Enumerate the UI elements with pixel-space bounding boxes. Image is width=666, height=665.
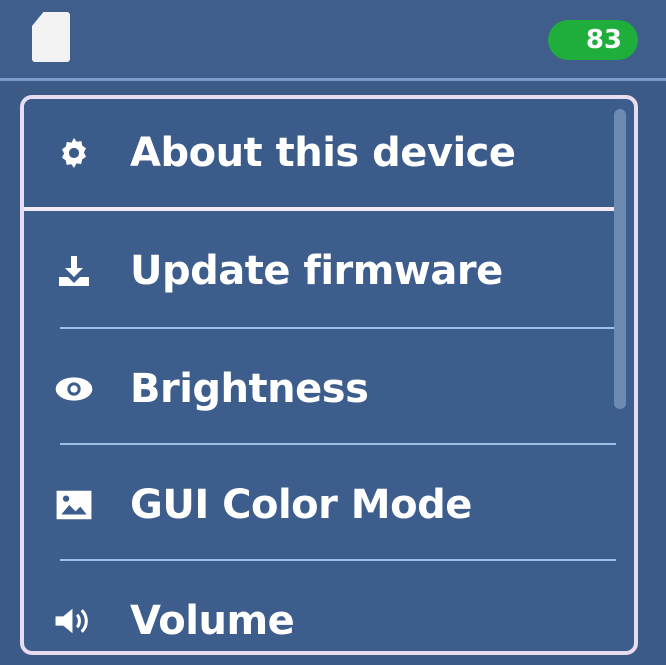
device-screen: 83 About this device Update firmware Bri…: [0, 0, 666, 665]
menu-item-label: Brightness: [130, 366, 369, 412]
image-icon: [54, 485, 94, 525]
menu-item-gui-color-mode[interactable]: GUI Color Mode: [24, 449, 614, 561]
menu-item-label: Update firmware: [130, 248, 503, 294]
menu-item-label: About this device: [130, 130, 516, 176]
menu-divider: [60, 559, 616, 561]
menu-item-update-firmware[interactable]: Update firmware: [24, 215, 614, 327]
menu-item-about-device[interactable]: About this device: [24, 99, 618, 211]
eye-icon: [54, 369, 94, 409]
download-icon: [54, 251, 94, 291]
speaker-icon: [54, 601, 94, 641]
menu-item-label: GUI Color Mode: [130, 482, 472, 528]
menu-divider: [60, 327, 616, 329]
menu-item-label: Volume: [130, 598, 295, 644]
menu-item-volume[interactable]: Volume: [24, 565, 614, 651]
scrollbar[interactable]: [614, 109, 626, 409]
status-bar: 83: [0, 0, 666, 81]
battery-indicator: 83: [548, 20, 638, 60]
gear-icon: [54, 133, 94, 173]
menu-item-brightness[interactable]: Brightness: [24, 333, 614, 445]
sd-card-icon: [32, 12, 70, 62]
menu-divider: [60, 443, 616, 445]
settings-menu: About this device Update firmware Bright…: [20, 95, 638, 655]
